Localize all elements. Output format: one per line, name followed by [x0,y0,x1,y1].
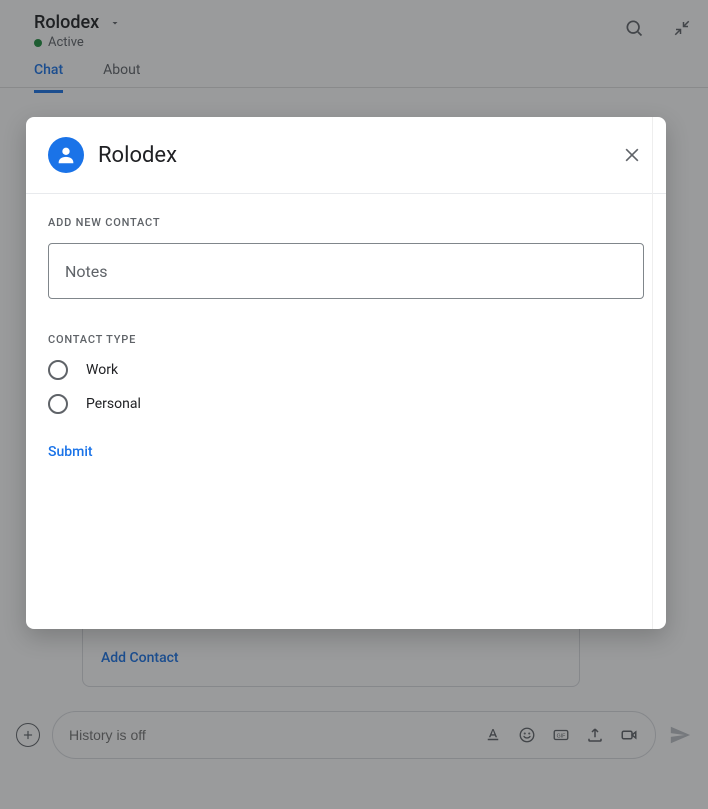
dialog-body: ADD NEW CONTACT Notes CONTACT TYPE Work … [26,194,666,482]
notes-field[interactable]: Notes [48,243,644,299]
section-add-contact-label: ADD NEW CONTACT [48,216,644,229]
submit-button[interactable]: Submit [48,444,93,460]
radio-icon [48,394,68,414]
dialog: Rolodex ADD NEW CONTACT Notes CONTACT TY… [26,117,666,629]
dialog-title: Rolodex [98,143,606,168]
person-icon [48,137,84,173]
radio-option-work[interactable]: Work [48,360,644,380]
section-contact-type-label: CONTACT TYPE [48,333,644,346]
radio-icon [48,360,68,380]
radio-label: Personal [86,396,141,412]
close-icon[interactable] [620,143,644,167]
dialog-header: Rolodex [26,117,666,194]
radio-option-personal[interactable]: Personal [48,394,644,414]
radio-label: Work [86,362,118,378]
notes-field-label: Notes [65,262,108,281]
dialog-scrollbar-track [652,117,666,629]
